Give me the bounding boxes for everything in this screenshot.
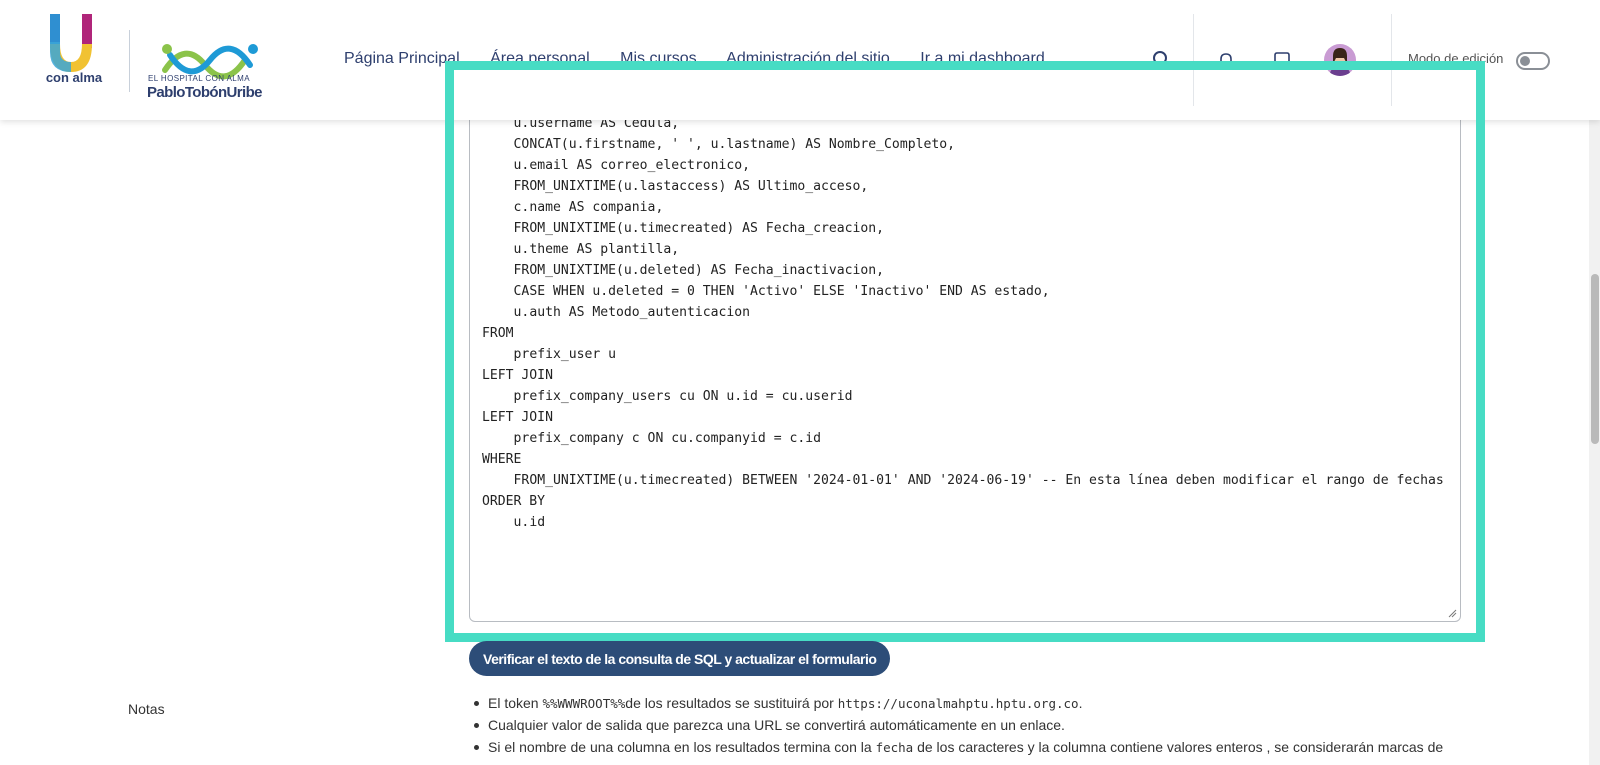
main-nav: Página Principal Área personal Mis curso… [344,50,1071,68]
header-separator [1193,14,1194,106]
bell-icon[interactable] [1216,50,1236,70]
hospital-name: PabloTobónUribe [147,84,262,101]
list-item: Si el nombre de una columna en los resul… [470,736,1470,758]
logo-text: con alma [45,70,103,85]
note-code: fecha [875,740,914,755]
edit-mode-label: Modo de edición [1408,51,1504,66]
note-text: de los caracteres y la columna contiene … [913,739,1444,755]
u-con-alma-logo[interactable] [30,12,116,112]
note-code: https://uconalmahptu.hptu.org.co [837,696,1079,711]
nav-personal-area[interactable]: Área personal [490,50,590,67]
site-header: con alma EL HOSPITAL CON ALMA PabloTobón… [0,0,1600,120]
chat-icon[interactable] [1272,50,1292,70]
header-separator [1391,14,1392,106]
toggle-knob [1520,56,1530,66]
sql-query-text[interactable]: u.username AS Cedula, CONCAT(u.firstname… [482,113,1447,533]
avatar-icon [1329,48,1351,76]
note-text: de los resultados se sustituirá por [625,695,838,711]
edit-mode-toggle[interactable] [1516,52,1550,70]
note-text: El token [488,695,543,711]
nav-dashboard[interactable]: Ir a mi dashboard [920,50,1045,67]
note-text: Si el nombre de una columna en los resul… [488,739,876,755]
list-item: Cualquier valor de salida que parezca un… [470,714,1470,736]
list-item: El token %%WWWROOT%%de los resultados se… [470,692,1470,714]
note-code: %%WWWROOT%% [542,696,626,711]
note-text: Cualquier valor de salida que parezca un… [488,717,1065,733]
logo-divider [129,30,130,92]
nav-site-admin[interactable]: Administración del sitio [726,50,890,67]
notes-list: El token %%WWWROOT%%de los resultados se… [470,692,1470,758]
nav-home[interactable]: Página Principal [344,50,460,67]
notes-label: Notas [128,701,165,717]
hospital-tagline: EL HOSPITAL CON ALMA [148,74,250,83]
nav-my-courses[interactable]: Mis cursos [620,50,696,67]
note-text: . [1078,695,1083,711]
verify-sql-button[interactable]: Verificar el texto de la consulta de SQL… [469,641,891,676]
page-scrollbar-thumb[interactable] [1591,274,1599,444]
search-icon[interactable] [1152,50,1172,70]
resize-handle-icon[interactable] [1447,608,1457,618]
user-avatar[interactable] [1324,44,1356,76]
